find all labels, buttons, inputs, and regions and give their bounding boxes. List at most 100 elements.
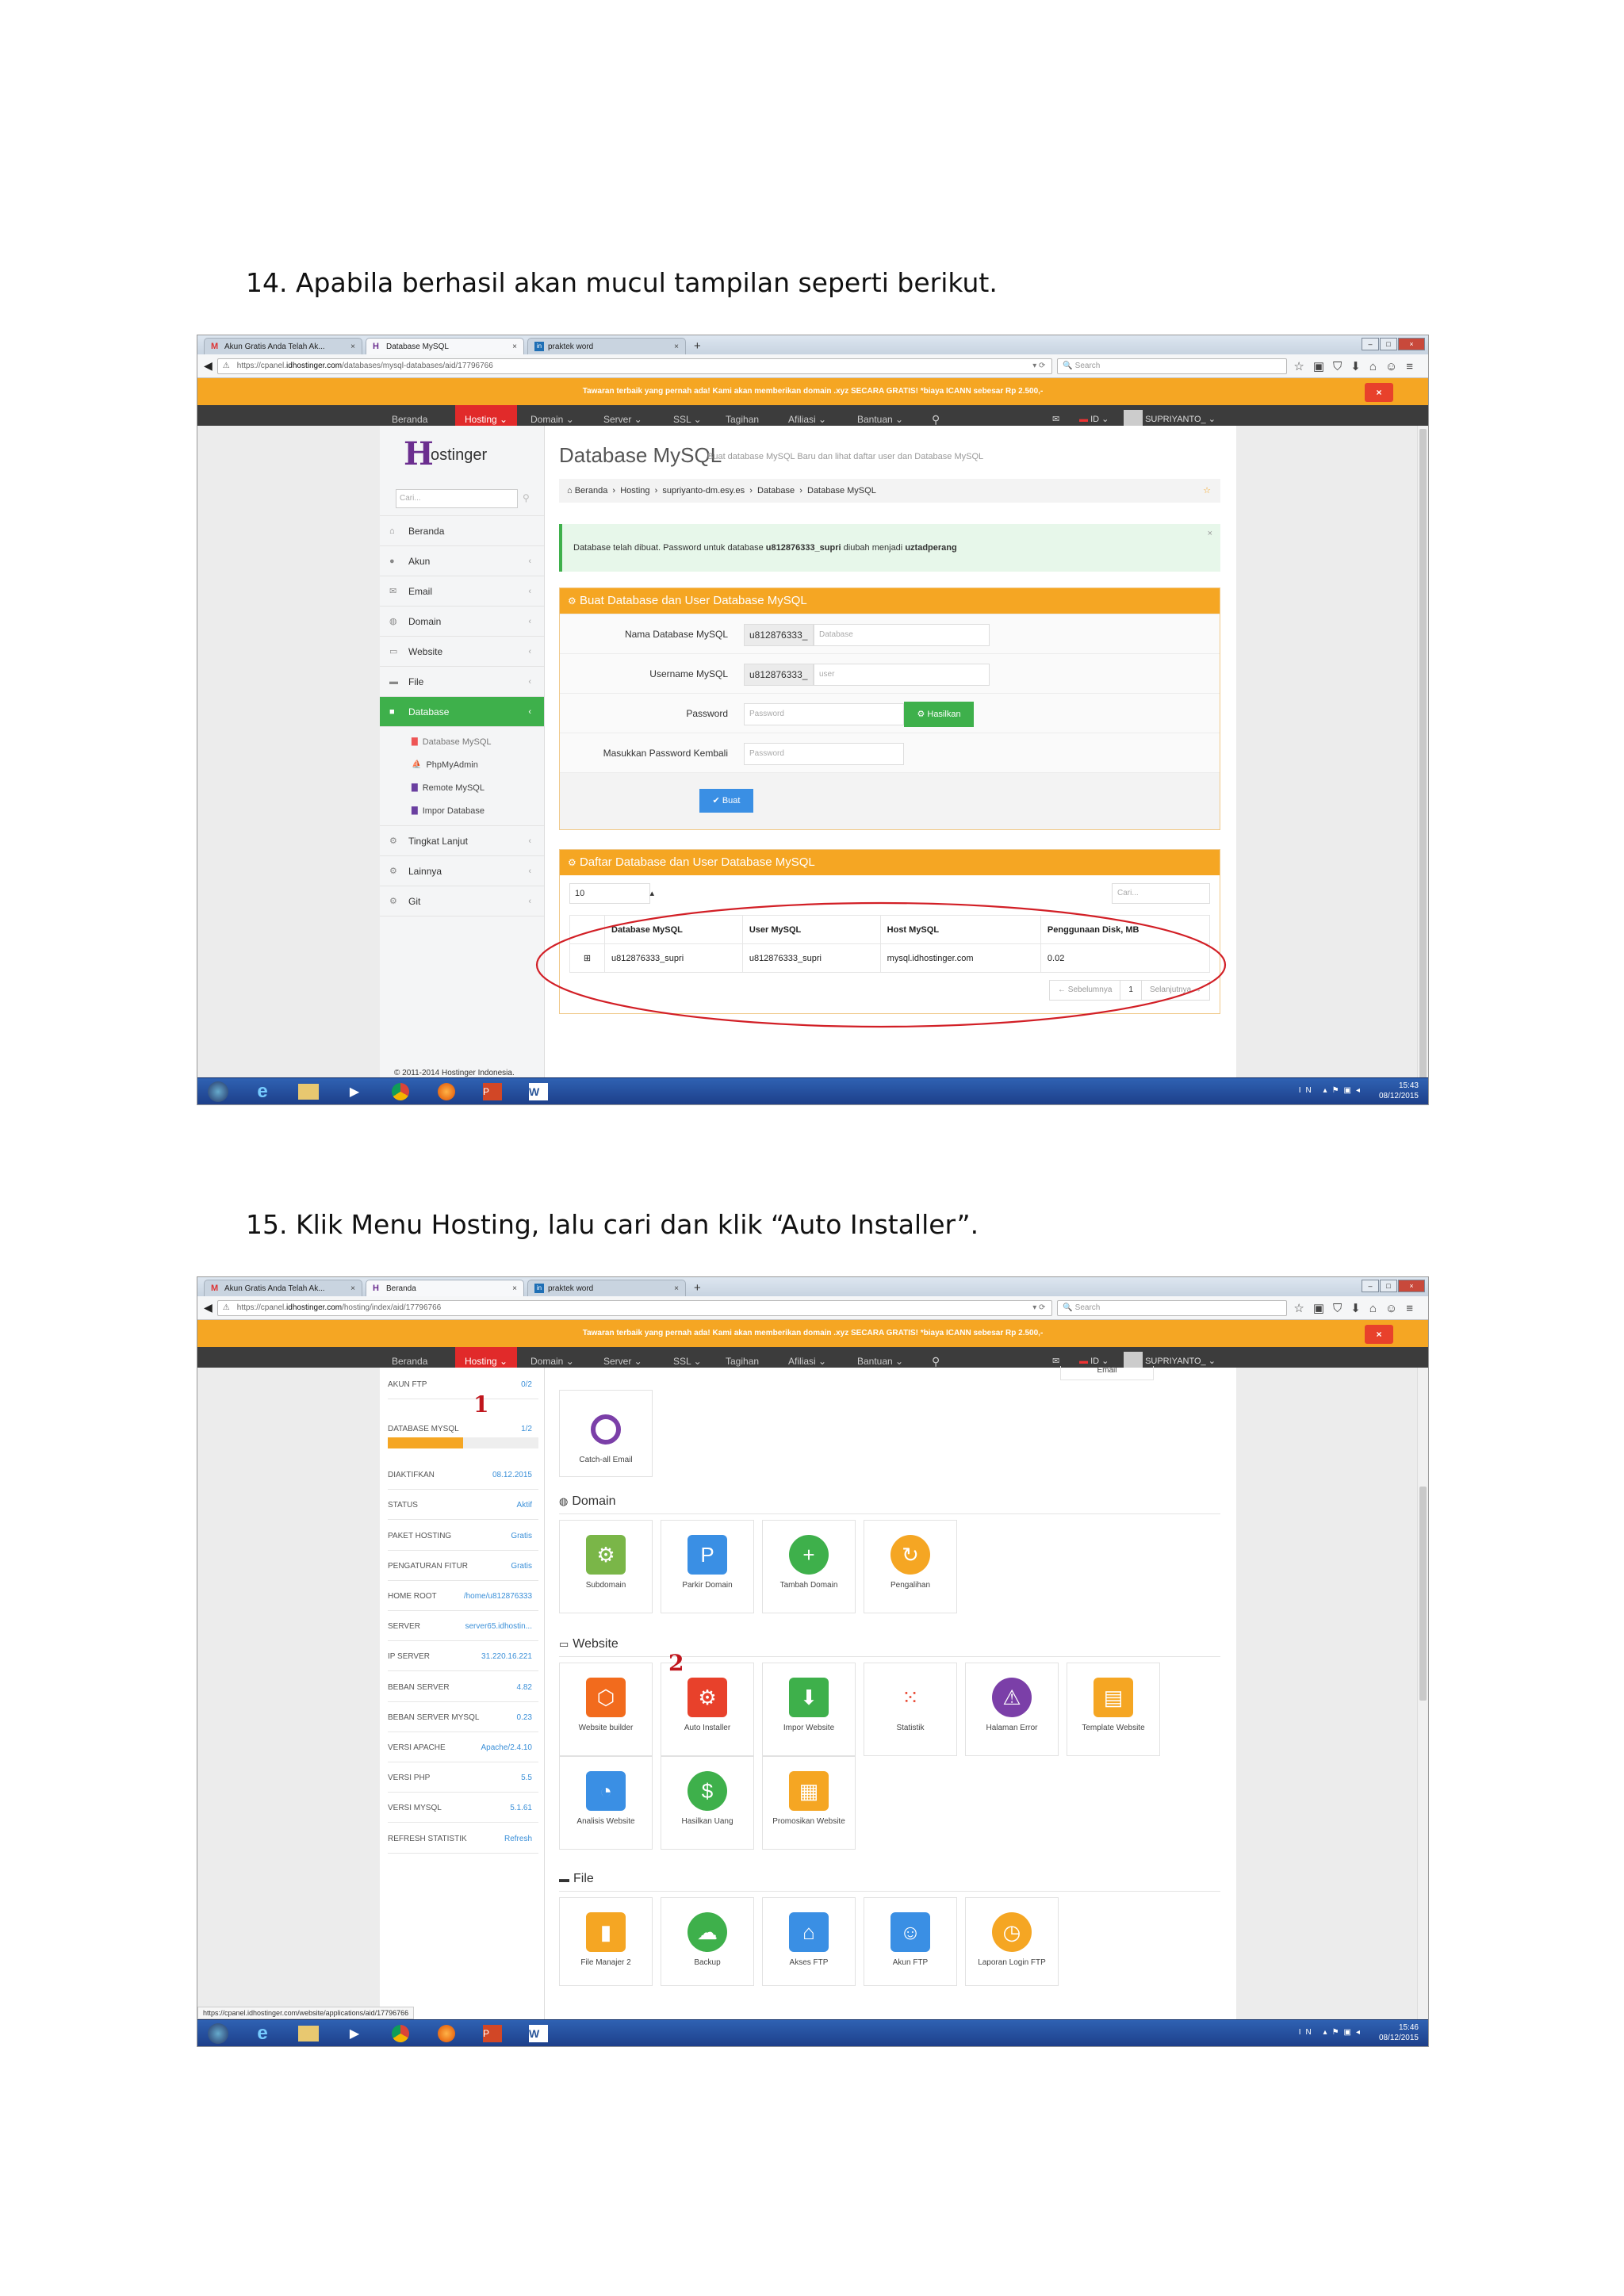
- tile-template-website[interactable]: ▤ Template Website: [1067, 1663, 1160, 1756]
- sidebar-item-website[interactable]: ▭ Website ‹: [380, 637, 544, 667]
- sidebar-item-email[interactable]: ✉ Email ‹: [380, 576, 544, 607]
- url-bar[interactable]: ⚠ https://cpanel. idhostinger.com/database…: [216, 358, 1053, 374]
- sidebar-sub-remote-mysql[interactable]: ▇ Remote MySQL: [380, 776, 544, 799]
- tile-tambah-domain[interactable]: + Tambah Domain: [762, 1520, 856, 1613]
- tile-catch-all-email[interactable]: Catch-all Email: [559, 1390, 653, 1477]
- powerpoint-icon[interactable]: P: [475, 2022, 510, 2045]
- tile-laporan-login-ftp[interactable]: ◷ Laporan Login FTP: [965, 1897, 1059, 1986]
- media-player-icon[interactable]: ▶: [337, 1081, 372, 1103]
- tile-file-manajer[interactable]: ▮ File Manajer 2: [559, 1897, 653, 1986]
- clock[interactable]: 15:46 08/12/2015: [1379, 2022, 1419, 2043]
- clock[interactable]: 15:43 08/12/2015: [1379, 1081, 1419, 1101]
- tile-statistik[interactable]: ⁙ Statistik: [864, 1663, 957, 1756]
- tab-database-mysql[interactable]: H Database MySQL ×: [366, 338, 524, 354]
- tile-halaman-error[interactable]: ⚠ Halaman Error: [965, 1663, 1059, 1756]
- close-window-icon[interactable]: ×: [1398, 338, 1425, 350]
- sidebar-sub-phpmyadmin[interactable]: ⛵ PhpMyAdmin: [380, 753, 544, 776]
- reload-icon[interactable]: ▾ ⟳: [1032, 362, 1045, 370]
- close-icon[interactable]: ×: [1208, 510, 1212, 557]
- stat-value[interactable]: Refresh: [504, 1835, 532, 1843]
- sidebar-item-beranda[interactable]: ⌂ Beranda: [380, 516, 544, 546]
- sidebar-item-domain[interactable]: ◍ Domain ‹: [380, 607, 544, 637]
- back-icon[interactable]: ◀: [204, 1301, 213, 1314]
- word-icon[interactable]: W: [521, 2022, 556, 2045]
- close-tab-icon[interactable]: ×: [674, 342, 679, 351]
- tile-backup[interactable]: ☁ Backup: [661, 1897, 754, 1986]
- close-window-icon[interactable]: ×: [1398, 1280, 1425, 1292]
- minimize-icon[interactable]: –: [1362, 1280, 1379, 1292]
- scrollbar[interactable]: [1417, 426, 1428, 1079]
- close-tab-icon[interactable]: ×: [512, 1284, 517, 1293]
- promo-close-button[interactable]: ×: [1365, 383, 1393, 402]
- tile-auto-installer[interactable]: ⚙ Auto Installer: [661, 1663, 754, 1756]
- create-button[interactable]: ✔ Buat: [699, 789, 753, 813]
- input-language[interactable]: IN: [1299, 1086, 1316, 1095]
- tile-parkir-domain[interactable]: P Parkir Domain: [661, 1520, 754, 1613]
- media-player-icon[interactable]: ▶: [337, 2022, 372, 2045]
- url-bar[interactable]: ⚠ https://cpanel. idhostinger.com/hosting/…: [216, 1299, 1053, 1316]
- sidebar-item-lainnya[interactable]: ⚙ Lainnya ‹: [380, 856, 544, 886]
- tab-gmail[interactable]: M Akun Gratis Anda Telah Ak... ×: [204, 1280, 362, 1296]
- sidebar-item-database[interactable]: ■ Database ‹: [380, 697, 544, 727]
- powerpoint-icon[interactable]: P: [475, 1081, 510, 1103]
- tile-analisis-website[interactable]: ◔ Analisis Website: [559, 1756, 653, 1850]
- breadcrumb-domain[interactable]: supriyanto-dm.esy.es: [662, 486, 745, 496]
- tile-impor-website[interactable]: ⬇ Impor Website: [762, 1663, 856, 1756]
- minimize-icon[interactable]: –: [1362, 338, 1379, 350]
- firefox-icon[interactable]: [429, 1081, 464, 1103]
- scroll-thumb[interactable]: [1419, 1487, 1427, 1701]
- close-tab-icon[interactable]: ×: [512, 342, 517, 351]
- ie-icon[interactable]: e: [245, 1081, 280, 1103]
- star-icon[interactable]: ☆: [1203, 479, 1211, 503]
- firefox-icon[interactable]: [429, 2022, 464, 2045]
- chrome-icon[interactable]: [383, 1081, 418, 1103]
- close-tab-icon[interactable]: ×: [350, 1284, 355, 1293]
- tab-praktek-word[interactable]: in praktek word ×: [527, 1280, 686, 1296]
- sidebar-sub-impor-database[interactable]: ▇ Impor Database: [380, 799, 544, 822]
- tile-email-partial[interactable]: Email: [1060, 1366, 1154, 1380]
- generate-password-button[interactable]: ⚙ Hasilkan: [904, 702, 974, 727]
- tile-hasilkan-uang[interactable]: $ Hasilkan Uang: [661, 1756, 754, 1850]
- toolbar-icons[interactable]: ☆▣⛉⬇⌂☺≡: [1293, 1301, 1422, 1315]
- input-language[interactable]: IN: [1299, 2028, 1316, 2037]
- sidebar-item-tingkat-lanjut[interactable]: ⚙ Tingkat Lanjut ‹: [380, 826, 544, 856]
- scrollbar[interactable]: [1417, 1368, 1428, 2019]
- username-input[interactable]: user: [814, 664, 990, 686]
- password-confirm-input[interactable]: Password: [744, 743, 904, 765]
- tile-pengalihan[interactable]: ↻ Pengalihan: [864, 1520, 957, 1613]
- ie-icon[interactable]: e: [245, 2022, 280, 2045]
- password-input[interactable]: Password: [744, 703, 904, 725]
- tab-praktek-word[interactable]: in praktek word ×: [527, 338, 686, 354]
- browser-search[interactable]: 🔍 Search: [1057, 358, 1288, 374]
- tab-beranda[interactable]: H Beranda ×: [366, 1280, 524, 1296]
- tile-akses-ftp[interactable]: ⌂ Akses FTP: [762, 1897, 856, 1986]
- close-tab-icon[interactable]: ×: [674, 1284, 679, 1293]
- tile-promosikan-website[interactable]: ▦ Promosikan Website: [762, 1756, 856, 1850]
- sidebar-item-akun[interactable]: ● Akun ‹: [380, 546, 544, 576]
- scroll-thumb[interactable]: [1419, 429, 1427, 1079]
- new-tab-icon[interactable]: +: [694, 339, 701, 353]
- tile-website-builder[interactable]: ⬡ Website builder: [559, 1663, 653, 1756]
- breadcrumb-beranda[interactable]: Beranda: [575, 486, 608, 496]
- maximize-icon[interactable]: □: [1380, 1280, 1397, 1292]
- breadcrumb-hosting[interactable]: Hosting: [620, 486, 649, 496]
- explorer-icon[interactable]: [291, 1081, 326, 1103]
- back-icon[interactable]: ◀: [204, 359, 213, 373]
- tab-gmail[interactable]: M Akun Gratis Anda Telah Ak... ×: [204, 338, 362, 354]
- toolbar-icons[interactable]: ☆▣⛉⬇⌂☺≡: [1293, 359, 1422, 373]
- close-tab-icon[interactable]: ×: [350, 342, 355, 351]
- breadcrumb-database[interactable]: Database: [757, 486, 795, 496]
- db-name-input[interactable]: Database: [814, 624, 990, 646]
- maximize-icon[interactable]: □: [1380, 338, 1397, 350]
- promo-close-button[interactable]: ×: [1365, 1325, 1393, 1344]
- tile-subdomain[interactable]: ⚙ Subdomain: [559, 1520, 653, 1613]
- sidebar-sub-database-mysql[interactable]: ▇ Database MySQL: [380, 730, 544, 753]
- sidebar-item-git[interactable]: ⚙ Git ‹: [380, 886, 544, 916]
- start-button[interactable]: [201, 2022, 236, 2045]
- sidebar-item-file[interactable]: ▬ File ‹: [380, 667, 544, 697]
- reload-icon[interactable]: ▾ ⟳: [1032, 1303, 1045, 1312]
- start-button[interactable]: [201, 1081, 236, 1103]
- explorer-icon[interactable]: [291, 2022, 326, 2045]
- chrome-icon[interactable]: [383, 2022, 418, 2045]
- word-icon[interactable]: W: [521, 1081, 556, 1103]
